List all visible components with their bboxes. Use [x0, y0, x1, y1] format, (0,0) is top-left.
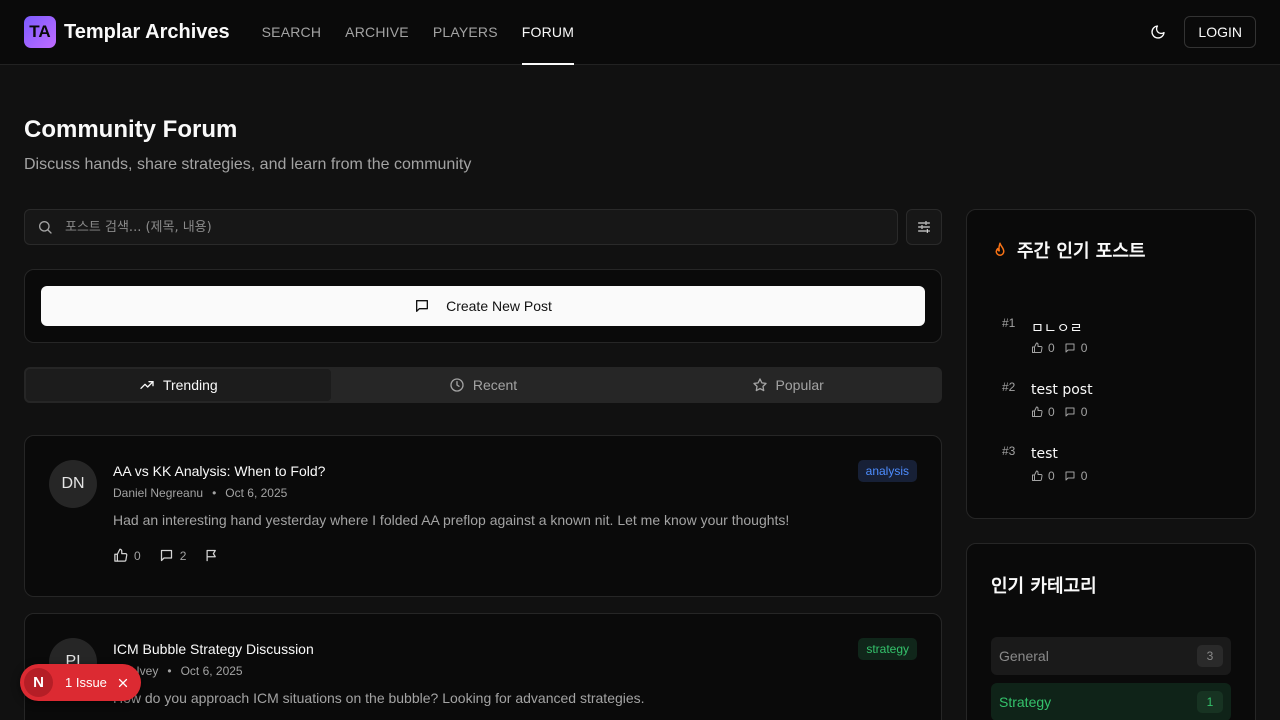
post-excerpt: Had an interesting hand yesterday where …: [113, 512, 790, 528]
flag-icon: [206, 549, 217, 562]
thumbs-up-icon: [1032, 406, 1043, 417]
header-actions: LOGIN: [1142, 16, 1256, 48]
message-square-icon: [160, 549, 172, 562]
like-button[interactable]: 0: [113, 548, 141, 563]
hot-post-rank: #2: [1002, 380, 1016, 394]
message-square-icon: [1065, 407, 1075, 417]
meta-separator: •: [212, 486, 217, 500]
meta-separator: •: [167, 664, 172, 678]
thumbs-up-icon: [114, 548, 128, 562]
logo-badge[interactable]: TA: [24, 16, 56, 48]
weekly-popular-title: 주간 인기 포스트: [1017, 241, 1146, 262]
top-nav-bar: TA Templar Archives SEARCH ARCHIVE PLAYE…: [0, 0, 1280, 65]
hot-post-likes: 0: [1048, 469, 1055, 483]
app-name[interactable]: Templar Archives: [64, 21, 230, 44]
main-nav: SEARCH ARCHIVE PLAYERS FORUM: [262, 0, 598, 65]
post-date: Oct 6, 2025: [180, 664, 243, 678]
hot-post-likes: 0: [1048, 405, 1055, 419]
comment-count: 2: [179, 548, 187, 563]
hot-post-stats: 0 0: [1031, 469, 1096, 483]
post-title[interactable]: AA vs KK Analysis: When to Fold?: [113, 463, 325, 479]
close-icon[interactable]: [117, 677, 129, 689]
message-square-icon: [1065, 343, 1075, 353]
hot-post-title[interactable]: ㅁㄴㅇㄹ: [1031, 318, 1083, 338]
dev-issues-indicator[interactable]: N 1 Issue: [20, 664, 141, 701]
category-count: 3: [1197, 645, 1223, 667]
trending-up-icon: [140, 381, 154, 389]
star-icon: [752, 378, 767, 392]
hot-post-rank: #3: [1002, 444, 1016, 458]
login-button[interactable]: LOGIN: [1184, 16, 1256, 48]
hot-post-stats: 0 0: [1031, 405, 1096, 419]
hot-post-stats: 0 0: [1031, 341, 1096, 355]
search-bar: [24, 209, 898, 245]
post-title[interactable]: ICM Bubble Strategy Discussion: [113, 641, 314, 657]
message-square-icon: [1065, 471, 1075, 481]
post-date: Oct 6, 2025: [225, 486, 288, 500]
nav-archive[interactable]: ARCHIVE: [345, 0, 409, 65]
hot-post-title[interactable]: test: [1031, 446, 1058, 462]
page-title: Community Forum: [24, 116, 238, 143]
popular-categories-card: 인기 카테고리 General 3 Strategy 1: [966, 543, 1256, 720]
report-button[interactable]: [204, 548, 225, 563]
nextjs-logo: N: [24, 668, 53, 697]
tab-recent[interactable]: Recent: [331, 369, 636, 401]
hot-post-comments: 0: [1080, 469, 1088, 483]
popular-categories-heading: 인기 카테고리: [991, 572, 1097, 598]
thumbs-up-icon: [1032, 342, 1043, 353]
category-name: Strategy: [999, 694, 1052, 710]
weekly-popular-card: 주간 인기 포스트 #1 ㅁㄴㅇㄹ 0 0 #2 test post 0 0 #…: [966, 209, 1256, 519]
category-item-strategy[interactable]: Strategy 1: [991, 683, 1231, 720]
issue-count-label[interactable]: 1 Issue: [65, 675, 107, 690]
thumbs-up-icon: [1032, 470, 1043, 481]
tab-label: Trending: [162, 377, 218, 393]
moon-icon: [1151, 25, 1166, 39]
flame-icon: [995, 242, 1005, 256]
popular-categories-title: 인기 카테고리: [991, 576, 1097, 597]
create-post-button[interactable]: Create New Post: [41, 286, 925, 326]
nav-search[interactable]: SEARCH: [262, 0, 322, 65]
page-subtitle: Discuss hands, share strategies, and lea…: [24, 156, 472, 173]
hot-post-comments: 0: [1080, 341, 1088, 355]
avatar[interactable]: DN: [49, 460, 97, 508]
category-item-general[interactable]: General 3: [991, 637, 1231, 675]
hot-post-rank: #1: [1002, 316, 1016, 330]
sort-tabs: Trending Recent Popular: [24, 367, 942, 403]
sliders-icon: [918, 221, 930, 233]
message-square-icon: [416, 300, 429, 312]
nav-forum[interactable]: FORUM: [521, 0, 575, 65]
post-author[interactable]: Daniel Negreanu: [113, 486, 203, 500]
post-card[interactable]: DN AA vs KK Analysis: When to Fold? Dani…: [24, 435, 942, 597]
search-input[interactable]: [65, 219, 845, 235]
like-count: 0: [134, 548, 141, 563]
filter-button[interactable]: [906, 209, 942, 245]
post-meta: Daniel Negreanu • Oct 6, 2025: [113, 486, 287, 500]
weekly-popular-heading: 주간 인기 포스트: [991, 237, 1145, 263]
post-excerpt: How do you approach ICM situations on th…: [113, 690, 645, 706]
clock-icon: [450, 378, 464, 392]
hot-post-likes: 0: [1048, 341, 1055, 355]
hot-post-title[interactable]: test post: [1031, 382, 1093, 398]
category-name: General: [999, 648, 1049, 664]
post-card[interactable]: PI ICM Bubble Strategy Discussion Phil I…: [24, 613, 942, 720]
create-post-label: Create New Post: [446, 298, 552, 314]
hot-post-comments: 0: [1080, 405, 1088, 419]
tab-popular[interactable]: Popular: [635, 369, 940, 401]
theme-toggle-button[interactable]: [1142, 16, 1174, 48]
category-count: 1: [1197, 691, 1223, 713]
comment-button[interactable]: 2: [159, 548, 187, 563]
post-tag[interactable]: analysis: [857, 460, 917, 482]
create-post-card: Create New Post: [24, 269, 942, 343]
post-tag[interactable]: strategy: [858, 638, 917, 660]
post-actions: 0 2: [113, 548, 243, 563]
tab-label: Popular: [775, 377, 824, 393]
search-icon: [39, 221, 52, 234]
tab-trending[interactable]: Trending: [26, 369, 331, 401]
tab-label: Recent: [472, 377, 518, 393]
nav-players[interactable]: PLAYERS: [433, 0, 498, 65]
